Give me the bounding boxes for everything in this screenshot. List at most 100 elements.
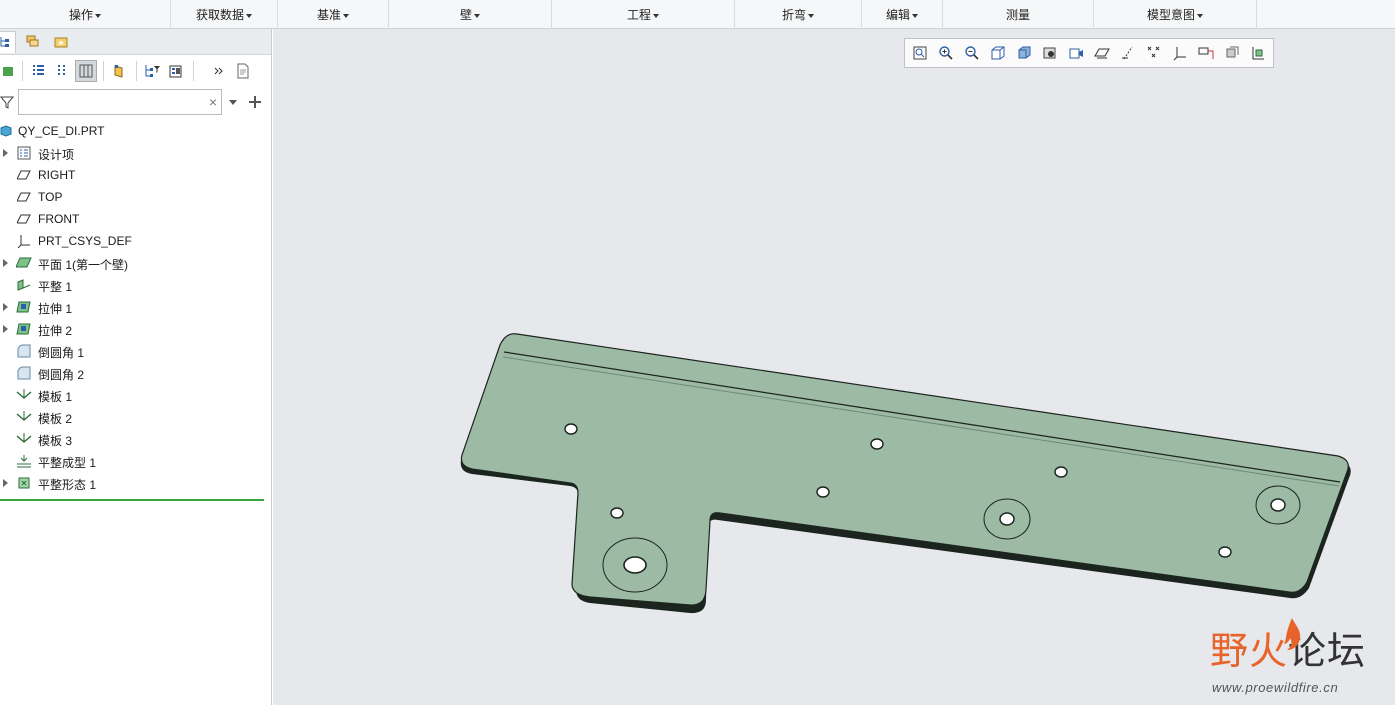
ribbon-group-datum[interactable]: 基准: [278, 0, 389, 29]
tree-item[interactable]: 平整 1: [0, 274, 271, 296]
ribbon-group-walls[interactable]: 壁: [389, 0, 552, 29]
filter-icon[interactable]: [0, 94, 14, 110]
tree-item[interactable]: 平面 1(第一个壁): [0, 252, 271, 274]
dropdown-arrow-icon: [653, 13, 659, 18]
tree-filter-icon: [145, 65, 160, 77]
tree-item[interactable]: PRT_CSYS_DEF: [0, 230, 271, 252]
dropdown-arrow-icon: [808, 13, 814, 18]
graphics-viewport[interactable]: [273, 29, 1395, 705]
expand-arrow-icon[interactable]: [3, 259, 8, 267]
flat-pattern-icon: [16, 475, 32, 491]
tree-item[interactable]: TOP: [0, 186, 271, 208]
ribbon-group-engineering[interactable]: 工程: [552, 0, 735, 29]
expand-arrow-icon[interactable]: [3, 149, 8, 157]
ribbon-group-label: 基准: [316, 8, 341, 22]
tab-favorites[interactable]: [50, 31, 72, 53]
document-icon: [237, 63, 249, 79]
navigator-tabs: [0, 29, 271, 55]
layers-icon: [26, 35, 39, 46]
tree-item-label: 拉伸 2: [38, 324, 73, 338]
folder-star-icon: [54, 37, 68, 47]
tree-item-label: PRT_CSYS_DEF: [38, 234, 132, 248]
part-display-button[interactable]: [2, 60, 16, 82]
tree-item[interactable]: 模板 3: [0, 428, 271, 450]
tree-columns-button[interactable]: [75, 60, 97, 82]
tree-item[interactable]: RIGHT: [0, 164, 271, 186]
more-tools-button[interactable]: [208, 60, 230, 82]
tree-item-label: 倒圆角 1: [38, 346, 85, 360]
form-icon: [16, 431, 32, 447]
dropdown-arrow-icon: [474, 13, 480, 18]
datum-plane-icon: [16, 189, 32, 205]
tree-collapse-icon: [58, 65, 65, 75]
expand-arrow-icon[interactable]: [3, 303, 8, 311]
insert-indicator[interactable]: [0, 499, 264, 501]
tree-item[interactable]: 设计项: [0, 142, 271, 164]
tree-item[interactable]: 平整形态 1: [0, 472, 271, 494]
tree-item[interactable]: 拉伸 2: [0, 318, 271, 340]
tree-item-label: FRONT: [38, 212, 80, 226]
ribbon-group-model-intent[interactable]: 模型意图: [1094, 0, 1257, 29]
tree-expand-icon: [33, 65, 44, 75]
search-options-dropdown-icon[interactable]: [228, 97, 238, 107]
design-items-icon: [16, 145, 32, 161]
tree-item-label: 平面 1(第一个壁): [38, 258, 129, 272]
ribbon-group-editing[interactable]: 编辑: [862, 0, 943, 29]
tree-item[interactable]: 模板 2: [0, 406, 271, 428]
tree-item-root[interactable]: QY_CE_DI.PRT: [0, 120, 271, 142]
add-icon[interactable]: [248, 95, 262, 109]
columns-icon: [79, 64, 93, 78]
tree-settings-icon: [169, 65, 182, 78]
tree-item[interactable]: 倒圆角 2: [0, 362, 271, 384]
round-icon: [16, 365, 32, 381]
model-tree-panel: × QY_CE_DI.PRT 设计项 RIGHT TOP FRONT PRT_C…: [0, 29, 272, 705]
ribbon-group-label: 编辑: [885, 8, 910, 22]
tab-layers[interactable]: [22, 31, 44, 53]
tree-item-label: 平整成型 1: [38, 456, 97, 470]
watermark-url: www.proewildfire.cn: [1212, 680, 1339, 695]
tree-item-label: 拉伸 1: [38, 302, 73, 316]
ribbon-group-bends[interactable]: 折弯: [735, 0, 862, 29]
tree-item[interactable]: 倒圆角 1: [0, 340, 271, 362]
tree-item[interactable]: 拉伸 1: [0, 296, 271, 318]
dropdown-arrow-icon: [95, 13, 101, 18]
ribbon-group-measure[interactable]: 测量: [943, 0, 1094, 29]
tree-item[interactable]: 模板 1: [0, 384, 271, 406]
flame-icon: [1284, 618, 1301, 650]
tree-collapse-button[interactable]: [51, 60, 73, 82]
forum-watermark: 野火论坛 www.proewildfire.cn: [1210, 618, 1385, 700]
part-icon: [0, 123, 14, 139]
tab-model-tree[interactable]: [0, 30, 16, 53]
form-icon: [16, 387, 32, 403]
tree-search-row: ×: [0, 87, 271, 117]
datum-plane-icon: [16, 167, 32, 183]
tree-item[interactable]: FRONT: [0, 208, 271, 230]
expand-arrow-icon[interactable]: [3, 325, 8, 333]
tree-search-input[interactable]: ×: [18, 89, 222, 115]
sheetmetal-part-model[interactable]: [273, 29, 1395, 705]
ribbon-group-label: 操作: [68, 8, 93, 22]
chevron-double-right-icon: [214, 67, 223, 75]
ribbon-group-get-data[interactable]: 获取数据: [171, 0, 278, 29]
tree-item-label: 模板 1: [38, 390, 73, 404]
flat-wall-icon: [16, 277, 32, 293]
tree-toolbar: [0, 55, 271, 87]
expand-arrow-icon[interactable]: [3, 479, 8, 487]
notes-button[interactable]: [232, 60, 254, 82]
datum-plane-icon: [16, 211, 32, 227]
ribbon-group-label: 折弯: [781, 8, 806, 22]
tree-item-label: 倒圆角 2: [38, 368, 85, 382]
toolbar-separator: [136, 61, 137, 81]
clear-search-icon[interactable]: ×: [209, 94, 217, 110]
tree-item-label: RIGHT: [38, 168, 76, 182]
tree-item[interactable]: 平整成型 1: [0, 450, 271, 472]
tree-settings-button[interactable]: [165, 60, 187, 82]
ribbon-group-label: 测量: [1005, 8, 1030, 22]
watermark-part1: 野火: [1210, 631, 1289, 673]
part-icon: [3, 67, 13, 76]
show-button[interactable]: [108, 60, 130, 82]
tree-expand-button[interactable]: [27, 60, 49, 82]
tree-filter-button[interactable]: [141, 60, 163, 82]
show-icon: [114, 65, 123, 78]
ribbon-group-operations[interactable]: 操作: [0, 0, 171, 29]
